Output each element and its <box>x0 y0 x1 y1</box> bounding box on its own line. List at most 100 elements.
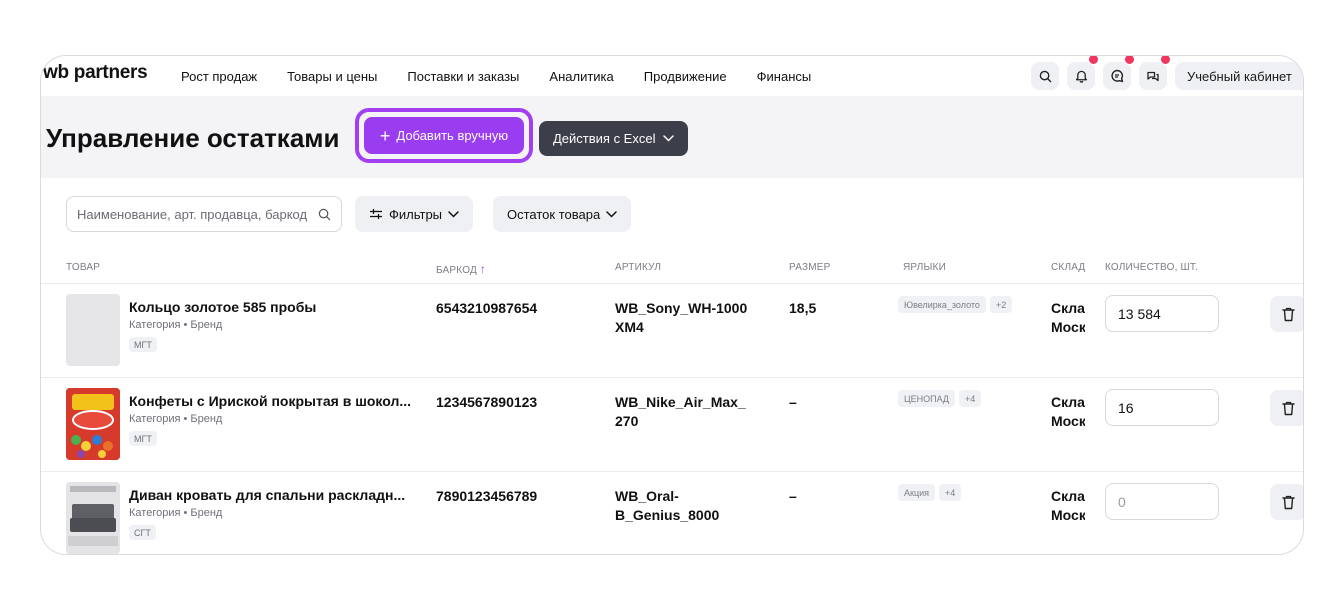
column-header-article[interactable]: АРТИКУЛ <box>615 262 661 273</box>
chevron-down-icon <box>448 210 459 218</box>
product-category: Категория • Бренд <box>129 413 223 425</box>
table-row[interactable]: Кольцо золотое 585 пробы Категория • Бре… <box>41 283 1303 377</box>
column-header-labels[interactable]: ЯРЛЫКИ <box>903 262 946 273</box>
stock-filter-label: Остаток товара <box>507 206 601 222</box>
notifications-button[interactable] <box>1067 56 1099 90</box>
article-value: WB_Sony_WH-1000 XM4 <box>615 299 747 337</box>
trash-icon <box>1281 307 1295 321</box>
warehouse-value: Склад Москва <box>1051 299 1085 337</box>
column-header-quantity[interactable]: КОЛИЧЕСТВО, ШТ. <box>1105 262 1198 273</box>
search-icon <box>318 208 331 220</box>
delete-button[interactable] <box>1270 484 1303 520</box>
excel-actions-label: Действия с Excel <box>553 131 656 146</box>
search-placeholder: Наименование, арт. продавца, баркод <box>77 206 308 222</box>
account-cabinet-button[interactable]: Учебный кабинет <box>1175 62 1303 90</box>
label-more-chip[interactable]: +4 <box>959 390 982 407</box>
barcode-header-label: БАРКОД <box>436 265 477 276</box>
warehouse-line-1: Склад <box>1051 488 1085 504</box>
warehouse-line-2: Москва <box>1051 319 1085 335</box>
article-line-1: WB_Nike_Air_Max_ <box>615 394 746 410</box>
quantity-input[interactable]: 13 584 <box>1105 295 1219 332</box>
nav-link-sales-growth[interactable]: Рост продаж <box>181 69 257 84</box>
filters-button[interactable]: Фильтры <box>355 196 474 232</box>
nav-link-analytics[interactable]: Аналитика <box>549 69 613 84</box>
add-button-highlight: + Добавить вручную <box>355 108 533 163</box>
sofa-image <box>66 482 120 554</box>
size-value: – <box>789 394 797 410</box>
warehouse-value: Склад Москва <box>1051 487 1085 525</box>
bell-icon <box>1075 70 1087 83</box>
top-navigation: wb partners Рост продаж Товары и цены По… <box>41 56 1303 96</box>
column-header-size[interactable]: РАЗМЕР <box>789 262 830 273</box>
label-chip: ЦЕНОПАД <box>898 390 956 407</box>
size-value: – <box>789 488 797 504</box>
product-tag: МГТ <box>129 337 157 352</box>
article-line-1: WB_Oral- <box>615 488 679 504</box>
article-value: WB_Nike_Air_Max_ 270 <box>615 393 746 431</box>
label-more-chip[interactable]: +2 <box>989 296 1013 313</box>
label-more-chip[interactable]: +4 <box>939 484 962 501</box>
chevron-down-icon <box>606 210 617 218</box>
column-header-warehouse[interactable]: СКЛАД <box>1051 262 1085 273</box>
product-tag: СГТ <box>129 525 156 540</box>
warehouse-line-1: Склад <box>1051 300 1085 316</box>
chat-button[interactable] <box>1139 56 1171 90</box>
app-window: wb partners Рост продаж Товары и цены По… <box>40 55 1304 555</box>
barcode-value: 7890123456789 <box>436 488 538 504</box>
table-row[interactable]: Конфеты с Ириской покрытая в шокол... Ка… <box>41 377 1303 471</box>
product-name[interactable]: Конфеты с Ириской покрытая в шокол... <box>129 393 411 409</box>
product-name[interactable]: Кольцо золотое 585 пробы <box>129 299 316 315</box>
article-line-2: B_Genius_8000 <box>615 507 720 523</box>
main-menu: Рост продаж Товары и цены Поставки и зак… <box>181 56 841 96</box>
product-category: Категория • Бренд <box>129 319 223 331</box>
barcode-value: 6543210987654 <box>436 300 538 316</box>
plus-icon: + <box>379 125 391 146</box>
product-thumbnail <box>66 294 120 366</box>
nav-link-promotion[interactable]: Продвижение <box>644 69 727 84</box>
warehouse-line-2: Москва <box>1051 413 1085 429</box>
chat-icon <box>1147 71 1159 82</box>
size-value: 18,5 <box>789 300 817 316</box>
chat-badge <box>1160 56 1171 65</box>
search-button[interactable] <box>1031 62 1059 90</box>
article-line-2: 270 <box>615 413 639 429</box>
product-name[interactable]: Диван кровать для спальни раскладн... <box>129 487 405 503</box>
feedback-badge <box>1124 56 1135 65</box>
product-thumbnail <box>66 388 120 460</box>
warehouse-line-1: Склад <box>1051 394 1085 410</box>
add-manually-label: Добавить вручную <box>396 128 509 143</box>
labels-cell: Акция +4 <box>898 484 1033 501</box>
article-line-2: XM4 <box>615 319 644 335</box>
quantity-input[interactable]: 16 <box>1105 389 1219 426</box>
delete-button[interactable] <box>1270 296 1303 332</box>
quantity-input[interactable]: 0 <box>1105 483 1219 520</box>
message-icon <box>1111 69 1124 83</box>
excel-actions-button[interactable]: Действия с Excel <box>539 121 689 156</box>
nav-link-supplies-orders[interactable]: Поставки и заказы <box>407 69 519 84</box>
trash-icon <box>1281 401 1295 415</box>
stock-table-panel: Наименование, арт. продавца, баркод Филь… <box>41 178 1303 554</box>
stock-filter-button[interactable]: Остаток товара <box>493 196 632 232</box>
article-value: WB_Oral- B_Genius_8000 <box>615 487 719 525</box>
search-icon <box>1039 70 1051 82</box>
feedback-button[interactable] <box>1103 56 1135 90</box>
warehouse-line-2: Москва <box>1051 507 1085 523</box>
page-title: Управление остатками <box>46 123 340 153</box>
article-line-1: WB_Sony_WH-1000 <box>615 300 748 316</box>
table-row[interactable]: Диван кровать для спальни раскладн... Ка… <box>41 471 1303 554</box>
wb-partners-logo[interactable]: wb partners <box>43 62 148 84</box>
filters-label: Фильтры <box>389 206 443 222</box>
column-header-product[interactable]: ТОВАР <box>66 262 100 273</box>
delete-button[interactable] <box>1270 390 1303 426</box>
product-thumbnail <box>66 482 120 554</box>
nav-link-finance[interactable]: Финансы <box>757 69 812 84</box>
add-manually-button[interactable]: + Добавить вручную <box>364 117 524 154</box>
labels-cell: ЦЕНОПАД +4 <box>898 390 1033 407</box>
warehouse-value: Склад Москва <box>1051 393 1085 431</box>
labels-cell: Ювелирка_золото +2 <box>898 296 1033 313</box>
candy-package-image <box>66 388 120 460</box>
column-header-barcode[interactable]: БАРКОД ↑ <box>436 262 486 276</box>
nav-link-products-prices[interactable]: Товары и цены <box>287 69 377 84</box>
search-input[interactable]: Наименование, арт. продавца, баркод <box>66 196 342 232</box>
label-chip: Ювелирка_золото <box>898 296 986 313</box>
